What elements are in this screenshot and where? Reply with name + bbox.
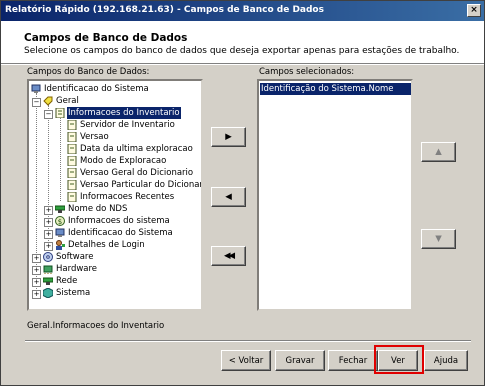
tree-item-label: Hardware <box>56 264 98 274</box>
field-icon <box>67 191 77 203</box>
field-icon <box>67 155 77 167</box>
selected-fields-list[interactable]: Identificação do Sistema.Nome <box>257 79 413 311</box>
expand-toggle[interactable]: + <box>32 290 41 299</box>
expand-toggle[interactable]: + <box>32 266 41 275</box>
arrow-left-icon: ◀ <box>225 192 232 202</box>
tree-item-label: Rede <box>56 276 78 286</box>
tree-guide-line <box>36 93 37 293</box>
computer-icon <box>55 228 65 238</box>
save-button[interactable]: Gravar <box>275 350 325 371</box>
remove-all-button[interactable]: ◀◀ <box>211 246 246 266</box>
selected-fields-label: Campos selecionados: <box>259 67 355 77</box>
tree-item-label: Identificacao do Sistema <box>44 84 149 94</box>
expand-toggle[interactable]: + <box>44 218 53 227</box>
selected-path-text: Geral.Informacoes do Inventario <box>27 321 165 331</box>
double-arrow-left-icon: ◀◀ <box>223 251 235 261</box>
expand-toggle[interactable]: + <box>32 254 41 263</box>
page-subtitle: Selecione os campos do banco de dados qu… <box>24 46 460 56</box>
network-icon <box>54 204 66 214</box>
tree-item-label: Data da ultima exploracao <box>80 144 193 154</box>
add-field-button[interactable]: ▶ <box>211 127 246 147</box>
tree-item-label: Modo de Exploracao <box>80 156 167 166</box>
move-down-button[interactable]: ▼ <box>421 229 456 249</box>
tree-item-label: Servidor de Inventario <box>80 120 175 130</box>
hardware-icon <box>43 264 53 274</box>
tree-item-label: Informacoes do sistema <box>68 216 170 226</box>
arrow-up-icon: ▲ <box>435 147 442 157</box>
document-icon <box>55 107 65 119</box>
disc-icon <box>43 252 53 262</box>
close-window-button[interactable]: × <box>467 4 481 17</box>
tree-item-label: Versao Particular do Dicionario <box>80 180 203 190</box>
field-icon <box>67 167 77 179</box>
field-icon <box>67 179 77 191</box>
field-icon <box>67 131 77 143</box>
collapse-toggle[interactable]: − <box>44 110 53 119</box>
title-bar[interactable]: Relatório Rápido (192.168.21.63) - Campo… <box>1 1 484 21</box>
dialog-window: Relatório Rápido (192.168.21.63) - Campo… <box>0 0 485 386</box>
remove-field-button[interactable]: ◀ <box>211 187 246 207</box>
tree-item-label: Sistema <box>56 288 91 298</box>
tree-item-label: Detalhes de Login <box>68 240 145 250</box>
header-divider <box>1 63 484 65</box>
collapse-toggle[interactable]: − <box>32 98 41 107</box>
tree-guide-line <box>60 117 61 201</box>
selected-field-item[interactable]: Identificação do Sistema.Nome <box>260 83 411 95</box>
field-icon <box>67 119 77 131</box>
page-heading: Campos de Banco de Dados <box>24 32 188 44</box>
tag-icon <box>43 96 53 106</box>
computer-icon <box>31 84 41 94</box>
expand-toggle[interactable]: + <box>44 206 53 215</box>
tree-item-label: Nome do NDS <box>68 204 128 214</box>
fields-tree[interactable]: Identificacao do Sistema − Geral − Infor… <box>27 79 203 311</box>
footer-divider <box>25 340 471 342</box>
expand-toggle[interactable]: + <box>32 278 41 287</box>
tree-item-label: Geral <box>56 96 79 106</box>
cube-icon <box>42 287 54 299</box>
field-icon <box>67 143 77 155</box>
view-button[interactable]: Ver <box>378 350 418 371</box>
tree-item-label: Informacoes do Inventario <box>67 107 181 119</box>
window-title: Relatório Rápido (192.168.21.63) - Campo… <box>5 5 324 15</box>
tree-item-label: Identificacao do Sistema <box>68 228 173 238</box>
close-button[interactable]: Fechar <box>328 350 378 371</box>
close-icon: × <box>470 5 478 15</box>
expand-toggle[interactable]: + <box>44 230 53 239</box>
expand-toggle[interactable]: + <box>44 242 53 251</box>
help-button[interactable]: Ajuda <box>424 350 468 371</box>
back-button[interactable]: < Voltar <box>221 350 271 371</box>
network-icon <box>42 276 54 286</box>
tree-item-label: Versao <box>80 132 109 142</box>
dollar-icon: $ <box>55 216 65 226</box>
available-fields-label: Campos do Banco de Dados: <box>27 67 150 77</box>
arrow-right-icon: ▶ <box>225 132 232 142</box>
move-up-button[interactable]: ▲ <box>421 142 456 162</box>
login-icon <box>55 240 65 250</box>
tree-item-label: Versao Geral do Dicionario <box>80 168 194 178</box>
svg-text:$: $ <box>58 218 62 226</box>
tree-item-label: Informacoes Recentes <box>80 192 175 202</box>
tree-item-label: Software <box>56 252 94 262</box>
header-panel: Campos de Banco de Dados Selecione os ca… <box>1 21 484 63</box>
arrow-down-icon: ▼ <box>435 234 442 244</box>
